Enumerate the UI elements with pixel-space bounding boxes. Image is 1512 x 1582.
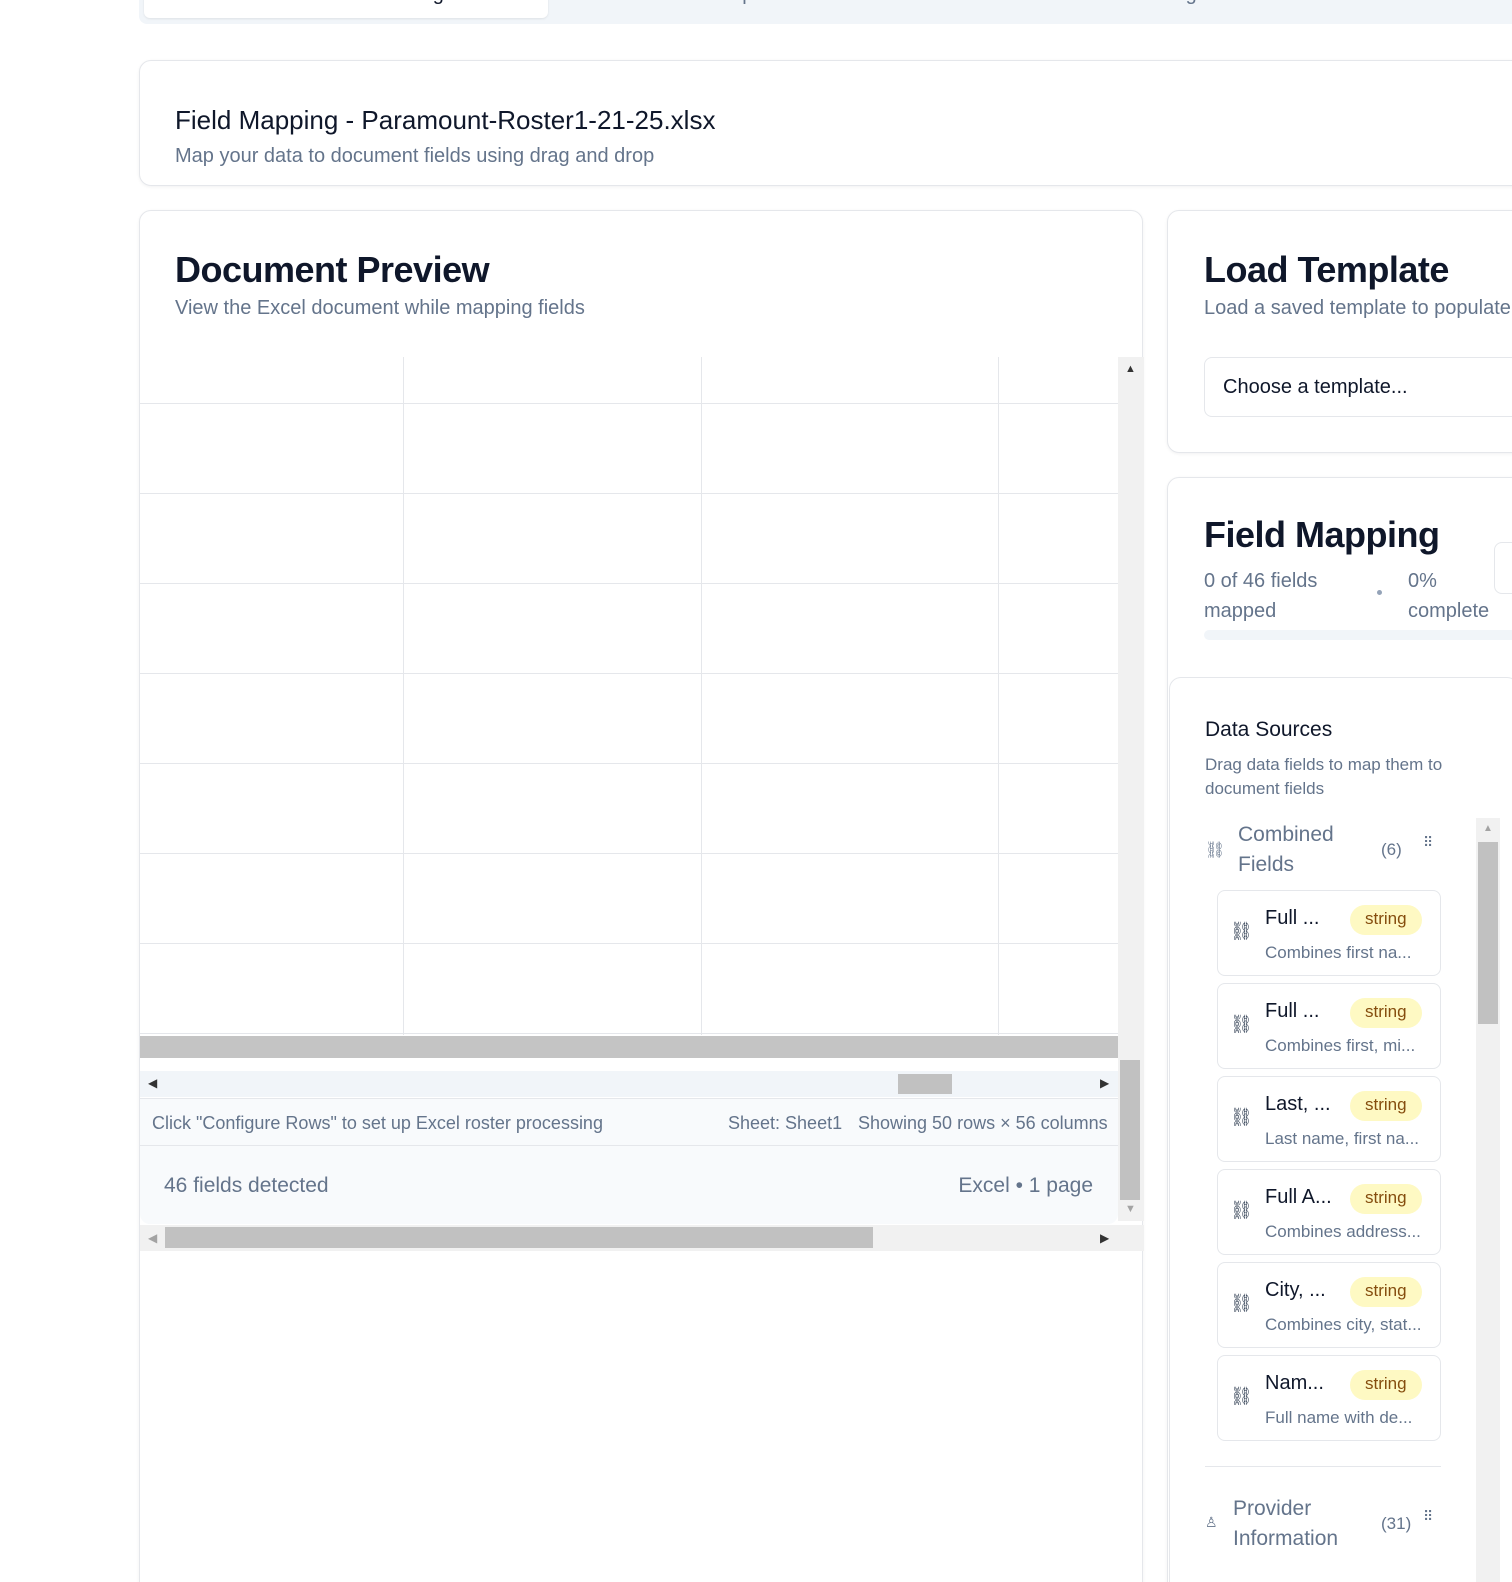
- field-mapping-title: Field Mapping: [1204, 514, 1440, 555]
- outer-scroll-left-arrow-icon[interactable]: ◀: [148, 1231, 157, 1245]
- data-sources-scrollbar[interactable]: ▲: [1476, 818, 1500, 1582]
- data-sources-panel: Data Sources Drag data fields to map the…: [1169, 677, 1512, 1582]
- type-badge: string: [1350, 1184, 1422, 1214]
- tab-document-processing[interactable]: Document Processing: [144, 0, 548, 18]
- field-item[interactable]: ⛓ Full ... string Combines first, mi...: [1217, 983, 1441, 1069]
- field-description: Last name, first na...: [1265, 1129, 1420, 1148]
- field-item[interactable]: ⛓ City, ... string Combines city, stat..…: [1217, 1262, 1441, 1348]
- data-sources-title: Data Sources: [1205, 718, 1333, 741]
- field-description: Combines city, stat...: [1265, 1315, 1422, 1334]
- tab-provider-management[interactable]: Provider Management: [952, 0, 1356, 18]
- preview-subtitle: View the Excel document while mapping fi…: [175, 297, 585, 319]
- field-name: Full A...: [1265, 1186, 1332, 1208]
- field-description: Combines address...: [1265, 1222, 1421, 1241]
- load-template-title: Load Template: [1204, 249, 1449, 290]
- page-subtitle: Map your data to document fields using d…: [175, 145, 655, 167]
- preview-title: Document Preview: [175, 249, 490, 290]
- preview-vertical-scroll-thumb[interactable]: [1120, 1060, 1140, 1200]
- link-icon: ⛓: [1230, 921, 1253, 941]
- scroll-left-arrow-icon[interactable]: ◀: [148, 1076, 157, 1090]
- preview-status-bar: Click "Configure Rows" to set up Excel r…: [140, 1098, 1118, 1146]
- fields-detected: 46 fields detected: [164, 1174, 329, 1197]
- link-icon: ⛓: [1230, 1014, 1253, 1034]
- page-title: Field Mapping - Paramount-Roster1-21-25.…: [175, 105, 716, 135]
- field-description: Full name with de...: [1265, 1408, 1413, 1427]
- type-badge: string: [1350, 998, 1422, 1028]
- field-name: Last, ...: [1265, 1093, 1331, 1115]
- type-badge: string: [1350, 1091, 1422, 1121]
- link-icon: ⛓: [1230, 1200, 1253, 1220]
- group-label: Combined Fields: [1238, 823, 1334, 876]
- group-provider-information[interactable]: ♙ Provider Information (31) ⠿: [1205, 1494, 1445, 1554]
- type-badge: string: [1350, 905, 1422, 935]
- field-item[interactable]: ⛓ Full A... string Combines address...: [1217, 1169, 1441, 1255]
- field-name: Nam...: [1265, 1372, 1324, 1394]
- main-tab-bar: Document Processing Templates Provider M…: [139, 0, 1512, 24]
- user-icon: ♙: [1205, 1514, 1218, 1530]
- type-badge: string: [1350, 1277, 1422, 1307]
- data-sources-scroll-thumb[interactable]: [1478, 842, 1498, 1024]
- field-name: City, ...: [1265, 1279, 1326, 1301]
- link-icon: ⛓: [1230, 1107, 1253, 1127]
- preview-horizontal-scroll-thumb[interactable]: [165, 1227, 873, 1248]
- document-preview-card: Document Preview View the Excel document…: [139, 210, 1144, 1582]
- group-label: Provider Information: [1233, 1497, 1339, 1550]
- data-sources-subtitle: Drag data fields to map them to document…: [1205, 755, 1443, 798]
- group-count: (31): [1381, 1514, 1412, 1533]
- field-name: Full ...: [1265, 907, 1320, 929]
- percent-complete: 0% complete: [1408, 570, 1490, 622]
- field-item[interactable]: ⛓ Nam... string Full name with de...: [1217, 1355, 1441, 1441]
- outer-scroll-right-arrow-icon[interactable]: ▶: [1100, 1231, 1109, 1245]
- tab-templates[interactable]: Templates: [548, 0, 952, 18]
- mapping-progress-bar: [1204, 630, 1512, 640]
- link-icon: ⛓: [1230, 1293, 1253, 1313]
- group-combined-fields[interactable]: ⛓ Combined Fields (6) ⠿: [1205, 820, 1445, 880]
- field-description: Combines first, mi...: [1265, 1036, 1416, 1055]
- drag-grip-icon[interactable]: ⠿: [1423, 1508, 1433, 1525]
- document-info: Excel • 1 page: [958, 1174, 1093, 1197]
- ds-scroll-up-arrow-icon[interactable]: ▲: [1483, 823, 1493, 834]
- scroll-up-arrow-icon[interactable]: ▲: [1125, 363, 1136, 375]
- grid-horizontal-band: [140, 1036, 1118, 1058]
- field-item[interactable]: ⛓ Full ... string Combines first na...: [1217, 890, 1441, 976]
- field-name: Full ...: [1265, 1000, 1320, 1022]
- link-icon: ⛓: [1230, 1386, 1253, 1406]
- field-item[interactable]: ⛓ Last, ... string Last name, first na..…: [1217, 1076, 1441, 1162]
- grid-horizontal-scrollbar[interactable]: ◀ ▶: [140, 1071, 1118, 1097]
- load-template-card: Load Template Load a saved template to p…: [1167, 210, 1512, 453]
- mapping-action-button[interactable]: [1494, 542, 1512, 594]
- type-badge: string: [1350, 1370, 1422, 1400]
- sheet-name: Sheet: Sheet1: [728, 1113, 843, 1133]
- rows-columns-count: Showing 50 rows × 56 columns: [858, 1113, 1108, 1133]
- group-divider: [1205, 1466, 1441, 1467]
- link-icon: ⛓: [1205, 842, 1226, 859]
- preview-horizontal-scrollbar[interactable]: ◀ ▶: [140, 1225, 1144, 1251]
- load-template-subtitle: Load a saved template to populate: [1204, 297, 1511, 319]
- scroll-down-arrow-icon[interactable]: ▼: [1125, 1203, 1136, 1215]
- mapping-header-card: Field Mapping - Paramount-Roster1-21-25.…: [139, 60, 1512, 186]
- template-select[interactable]: Choose a template...: [1204, 357, 1512, 417]
- grid-horizontal-scroll-thumb[interactable]: [898, 1074, 952, 1094]
- fields-mapped-count: 0 of 46 fields mapped: [1204, 570, 1318, 622]
- scroll-right-arrow-icon[interactable]: ▶: [1100, 1076, 1109, 1090]
- preview-footer: 46 fields detected Excel • 1 page: [140, 1146, 1118, 1224]
- preview-vertical-scrollbar[interactable]: ▲ ▼: [1118, 357, 1144, 1221]
- drag-grip-icon[interactable]: ⠿: [1423, 834, 1433, 851]
- field-description: Combines first na...: [1265, 943, 1412, 962]
- group-count: (6): [1381, 840, 1402, 859]
- spreadsheet-grid[interactable]: [140, 357, 1118, 1035]
- configure-rows-hint: Click "Configure Rows" to set up Excel r…: [152, 1113, 603, 1133]
- separator-dot: [1377, 590, 1382, 595]
